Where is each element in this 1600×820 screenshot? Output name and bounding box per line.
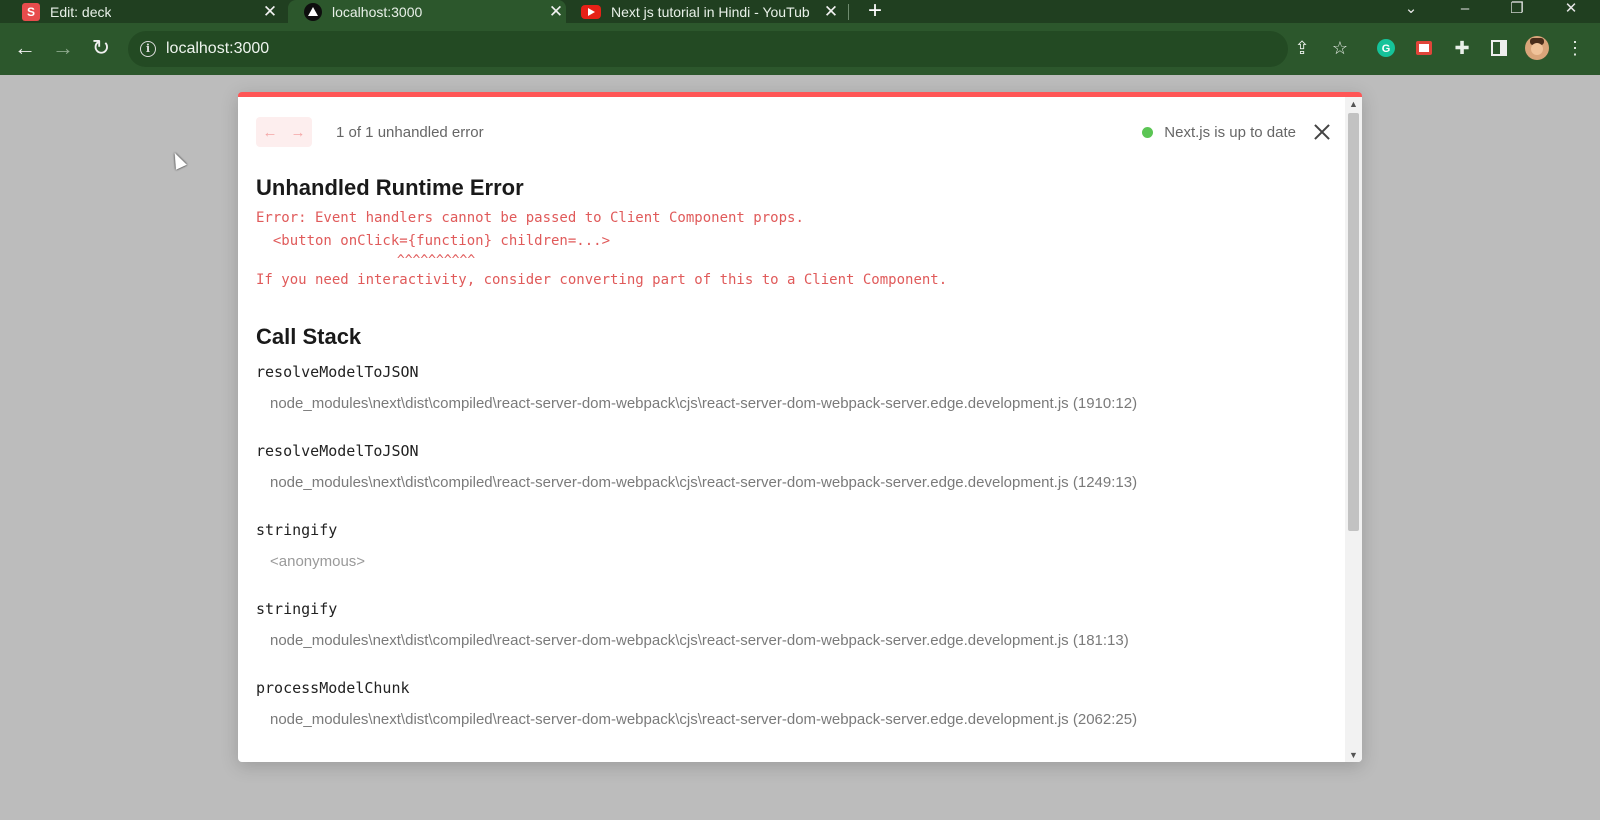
- error-message-line: If you need interactivity, consider conv…: [256, 272, 948, 288]
- reload-icon[interactable]: ↻: [86, 33, 116, 63]
- extensions-puzzle-icon[interactable]: ✚: [1449, 35, 1475, 61]
- tab-close-icon[interactable]: ✕: [821, 0, 841, 23]
- bookmark-star-icon[interactable]: ☆: [1327, 35, 1353, 61]
- tab-close-icon[interactable]: ✕: [260, 0, 280, 23]
- previous-error-arrow-icon[interactable]: ←: [256, 117, 284, 147]
- browser-toolbar: ← → ↻ i localhost:3000 ⇪ ☆ G ✚ ⋮: [0, 23, 1600, 75]
- error-message-line: ^^^^^^^^^^: [256, 253, 476, 268]
- stack-frame-function: stringify: [256, 600, 338, 618]
- stack-frame[interactable]: resolveModelToJSON node_modules\next\dis…: [256, 442, 1316, 491]
- grammarly-extension-icon[interactable]: G: [1373, 35, 1399, 61]
- back-arrow-icon[interactable]: ←: [10, 33, 40, 63]
- error-overlay-dialog: ← → 1 of 1 unhandled error Next.js is up…: [238, 92, 1362, 762]
- forward-arrow-icon[interactable]: →: [48, 33, 78, 63]
- tab-edit-deck[interactable]: S Edit: deck ✕: [22, 0, 280, 23]
- stack-frame-function: stringify: [256, 521, 338, 539]
- stack-frame[interactable]: stringify <anonymous>: [256, 521, 1316, 570]
- error-title: Unhandled Runtime Error: [256, 175, 524, 200]
- stack-frame-function: processModelChunk: [256, 679, 410, 697]
- s-logo-icon: S: [22, 2, 40, 21]
- stack-frame-function: resolveModelToJSON: [256, 363, 419, 381]
- scrollbar-thumb[interactable]: [1348, 113, 1359, 531]
- share-icon[interactable]: ⇪: [1289, 35, 1315, 61]
- dialog-header: ← → 1 of 1 unhandled error Next.js is up…: [256, 117, 1336, 147]
- tab-youtube[interactable]: Next js tutorial in Hindi - YouTub ✕: [581, 0, 841, 23]
- error-message-line: Error: Event handlers cannot be passed t…: [256, 210, 804, 226]
- tab-search-chevron-icon[interactable]: ⌄: [1396, 0, 1426, 20]
- profile-avatar[interactable]: [1524, 35, 1550, 61]
- status-dot-icon: [1142, 127, 1154, 138]
- window-close-icon[interactable]: ✕: [1556, 0, 1586, 20]
- call-stack-title: Call Stack: [256, 324, 362, 349]
- address-bar[interactable]: i localhost:3000: [128, 31, 1288, 67]
- stack-frame-location[interactable]: node_modules\next\dist\compiled\react-se…: [270, 632, 1316, 649]
- stack-frame-location[interactable]: node_modules\next\dist\compiled\react-se…: [270, 711, 1316, 728]
- youtube-logo-icon: [581, 4, 601, 19]
- error-count-label: 1 of 1 unhandled error: [336, 124, 484, 141]
- vercel-logo-icon: [304, 2, 322, 21]
- stack-frame[interactable]: processModelChunk node_modules\next\dist…: [256, 679, 1316, 728]
- site-info-icon[interactable]: i: [140, 41, 156, 57]
- tab-title: Edit: deck: [50, 3, 112, 20]
- menu-kebab-icon[interactable]: ⋮: [1562, 35, 1588, 61]
- version-status: Next.js is up to date: [1142, 124, 1296, 141]
- stack-frame[interactable]: resolveModelToJSON node_modules\next\dis…: [256, 363, 1316, 412]
- tab-close-icon[interactable]: ✕: [546, 0, 566, 23]
- stack-frame-location[interactable]: node_modules\next\dist\compiled\react-se…: [270, 395, 1316, 412]
- stack-frame-location: <anonymous>: [270, 553, 366, 570]
- next-error-arrow-icon[interactable]: →: [284, 117, 312, 147]
- version-status-text: Next.js is up to date: [1164, 124, 1296, 141]
- dialog-scrollbar[interactable]: ▲ ▼: [1345, 97, 1362, 762]
- restore-icon[interactable]: ❐: [1502, 0, 1532, 20]
- stack-frame-function: resolveModelToJSON: [256, 442, 419, 460]
- scroll-up-arrow-icon[interactable]: ▲: [1345, 97, 1362, 111]
- error-message: Error: Event handlers cannot be passed t…: [256, 207, 947, 292]
- side-panel-icon[interactable]: [1486, 35, 1512, 61]
- tab-separator: [848, 4, 849, 20]
- close-dialog-icon[interactable]: [1308, 117, 1336, 147]
- stack-frame-location[interactable]: node_modules\next\dist\compiled\react-se…: [270, 474, 1316, 491]
- tab-localhost[interactable]: localhost:3000 ✕: [288, 0, 566, 23]
- stack-frame[interactable]: stringify node_modules\next\dist\compile…: [256, 600, 1316, 649]
- svg-text:G: G: [1382, 43, 1391, 55]
- tab-title: Next js tutorial in Hindi - YouTub: [611, 3, 810, 20]
- tab-strip: S Edit: deck ✕ localhost:3000 ✕ Next js …: [0, 0, 1600, 23]
- tab-title: localhost:3000: [332, 3, 423, 20]
- error-message-line: <button onClick={function} children=...>: [256, 233, 611, 249]
- address-url: localhost:3000: [166, 40, 270, 57]
- error-pager: ← →: [256, 117, 312, 147]
- minimize-icon[interactable]: –: [1450, 0, 1480, 20]
- new-tab-button[interactable]: +: [864, 0, 886, 23]
- scroll-down-arrow-icon[interactable]: ▼: [1345, 748, 1362, 762]
- screenshot-extension-icon[interactable]: [1411, 35, 1437, 61]
